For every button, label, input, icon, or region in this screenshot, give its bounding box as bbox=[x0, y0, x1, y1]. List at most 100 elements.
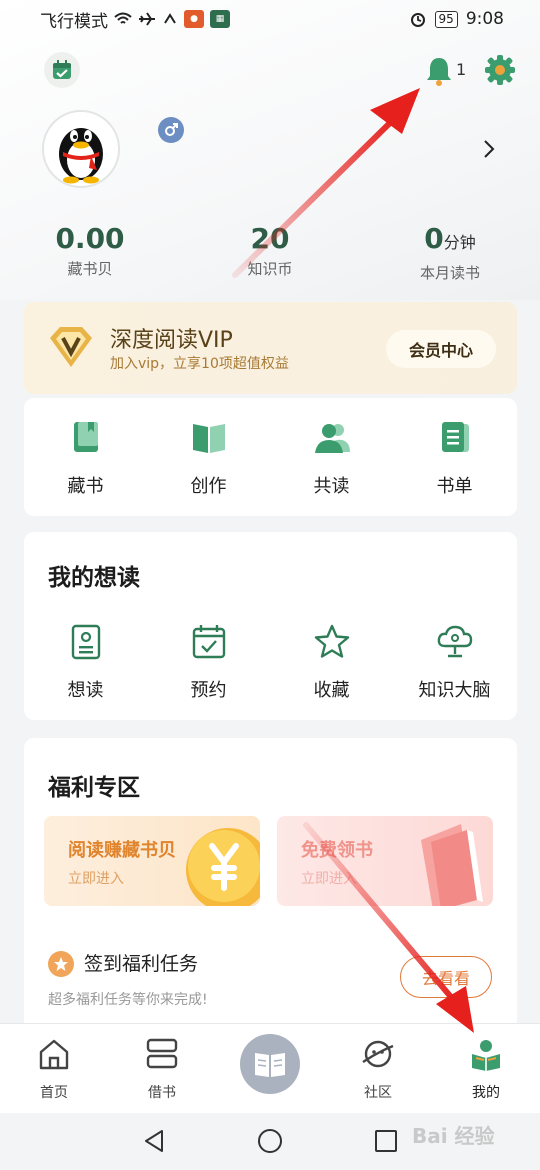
welfare-card: 福利专区 阅读赚藏书贝 立即进入 免费领书 立即进入 签到福利任务 超多福利任务… bbox=[24, 738, 517, 1023]
wishlist-label: 知识大脑 bbox=[418, 680, 491, 701]
open-book-icon bbox=[192, 424, 225, 453]
banner-title: 阅读赚藏书贝 bbox=[68, 840, 176, 861]
star-icon bbox=[314, 624, 349, 658]
vip-banner[interactable]: 深度阅读VIP 加入vip，立享10项超值权益 会员中心 bbox=[24, 302, 517, 394]
alarm-icon bbox=[410, 13, 425, 27]
calendar-check-icon bbox=[53, 60, 71, 79]
borrow-icon bbox=[146, 1038, 178, 1069]
status-bar: 飞行模式 ● ▦ 95 9:08 bbox=[0, 0, 540, 38]
stat-label: 本月读书 bbox=[419, 264, 480, 282]
wishlist-card: 我的想读 想读 预约 收藏 知识大脑 bbox=[24, 532, 517, 720]
tab-label: 我的 bbox=[472, 1085, 500, 1101]
wishlist-label: 预约 bbox=[190, 680, 227, 701]
calendar-check-icon bbox=[192, 625, 225, 659]
back-icon[interactable] bbox=[140, 1127, 168, 1155]
shortcuts-grid: 藏书 创作 共读 书单 bbox=[24, 418, 517, 498]
tab-community[interactable]: 社区 bbox=[338, 1036, 418, 1102]
penguin-avatar-icon bbox=[59, 128, 103, 184]
checkin-calendar-button[interactable] bbox=[44, 52, 80, 88]
tab-label: 首页 bbox=[40, 1085, 68, 1101]
books-stack-icon bbox=[421, 824, 483, 906]
shortcut-label: 藏书 bbox=[67, 476, 104, 497]
shortcut-label: 创作 bbox=[190, 476, 227, 497]
wishlist-reserve[interactable]: 预约 bbox=[147, 622, 270, 702]
reading-center-button[interactable] bbox=[240, 1034, 300, 1094]
home-circle-icon[interactable] bbox=[256, 1127, 284, 1155]
vip-diamond-icon bbox=[50, 327, 92, 367]
open-book-icon bbox=[255, 1053, 285, 1077]
tab-label: 社区 bbox=[364, 1085, 392, 1101]
stat-value: 0.00 bbox=[55, 222, 125, 255]
stat-knowledge-coins[interactable]: 20 知识币 bbox=[200, 222, 340, 279]
profile-detail-button[interactable] bbox=[478, 136, 500, 162]
battery-indicator: 95 bbox=[434, 10, 458, 28]
free-books-banner[interactable]: 免费领书 立即进入 bbox=[277, 816, 493, 906]
tab-label: 借书 bbox=[148, 1085, 176, 1101]
settings-button[interactable] bbox=[484, 54, 516, 86]
earn-shells-banner[interactable]: 阅读赚藏书贝 立即进入 bbox=[44, 816, 260, 906]
wifi-icon bbox=[114, 12, 132, 24]
reader-icon bbox=[472, 1040, 500, 1071]
stat-monthly-reading[interactable]: 0分钟 本月读书 bbox=[380, 222, 520, 283]
wishlist-grid: 想读 预约 收藏 知识大脑 bbox=[24, 622, 517, 702]
vip-subtitle: 加入vip，立享10项超值权益 bbox=[110, 356, 289, 372]
checkin-task-row: 签到福利任务 超多福利任务等你来完成! 去看看 bbox=[48, 943, 493, 1023]
bell-icon bbox=[427, 58, 451, 86]
gear-icon bbox=[485, 55, 515, 85]
planet-chat-icon bbox=[362, 1040, 394, 1068]
home-icon bbox=[39, 1039, 69, 1070]
app-notification-icon: ▦ bbox=[210, 10, 230, 28]
banner-subtitle: 立即进入 bbox=[301, 871, 357, 887]
stat-label: 藏书贝 bbox=[67, 260, 113, 278]
vip-title: 深度阅读VIP bbox=[110, 328, 233, 353]
app-notification-icon: ● bbox=[184, 10, 204, 28]
wishlist-knowledge-brain[interactable]: 知识大脑 bbox=[393, 622, 516, 702]
avatar[interactable] bbox=[42, 110, 120, 188]
shortcuts-card: 藏书 创作 共读 书单 bbox=[24, 398, 517, 516]
member-center-button[interactable]: 会员中心 bbox=[386, 330, 496, 368]
wishlist-title: 我的想读 bbox=[48, 565, 140, 591]
notification-count: 1 bbox=[456, 60, 467, 79]
wishlist-want-to-read[interactable]: 想读 bbox=[24, 622, 147, 702]
airplane-icon bbox=[139, 12, 155, 26]
banner-title: 免费领书 bbox=[301, 840, 373, 861]
clock: 9:08 bbox=[465, 9, 504, 29]
bottom-tab-bar: 首页 借书 社区 我的 bbox=[0, 1023, 540, 1113]
gold-coin-icon bbox=[186, 828, 260, 906]
wishlist-favorites[interactable]: 收藏 bbox=[270, 622, 393, 702]
gender-male-badge bbox=[158, 117, 184, 143]
notification-button[interactable] bbox=[422, 54, 456, 88]
profile-stats: 0.00 藏书贝 20 知识币 0分钟 本月读书 bbox=[0, 222, 540, 282]
task-subtitle: 超多福利任务等你来完成! bbox=[48, 992, 208, 1008]
shortcut-coread[interactable]: 共读 bbox=[270, 418, 393, 498]
users-icon bbox=[314, 424, 350, 453]
profile-toolbar: 1 bbox=[44, 52, 516, 92]
recents-icon[interactable] bbox=[372, 1127, 400, 1155]
watermark: Bai 经验 bbox=[412, 1124, 495, 1148]
male-icon bbox=[165, 123, 178, 136]
profile-card-icon bbox=[71, 624, 100, 660]
brain-cloud-icon bbox=[437, 625, 472, 658]
go-see-button[interactable]: 去看看 bbox=[400, 956, 492, 998]
airplane-mode-text: 飞行模式 bbox=[40, 11, 108, 32]
welfare-title: 福利专区 bbox=[48, 775, 140, 801]
tab-mine[interactable]: 我的 bbox=[446, 1036, 526, 1102]
chevron-right-icon bbox=[484, 140, 495, 158]
stat-value: 0分钟 bbox=[424, 222, 476, 255]
wishlist-label: 收藏 bbox=[313, 680, 350, 701]
tab-borrow[interactable]: 借书 bbox=[122, 1036, 202, 1102]
shortcut-create[interactable]: 创作 bbox=[147, 418, 270, 498]
stat-value: 20 bbox=[250, 222, 290, 255]
wishlist-label: 想读 bbox=[67, 680, 104, 701]
stat-unit: 分钟 bbox=[443, 233, 476, 252]
shortcut-label: 书单 bbox=[436, 476, 473, 497]
shortcut-booklist[interactable]: 书单 bbox=[393, 418, 516, 498]
book-icon bbox=[73, 422, 98, 452]
stat-label: 知识币 bbox=[247, 260, 293, 278]
star-badge-icon bbox=[48, 951, 74, 977]
tab-home[interactable]: 首页 bbox=[14, 1036, 94, 1102]
stat-collection-shells[interactable]: 0.00 藏书贝 bbox=[20, 222, 160, 279]
banner-subtitle: 立即进入 bbox=[68, 871, 124, 887]
link-icon bbox=[164, 13, 176, 24]
shortcut-collection[interactable]: 藏书 bbox=[24, 418, 147, 498]
